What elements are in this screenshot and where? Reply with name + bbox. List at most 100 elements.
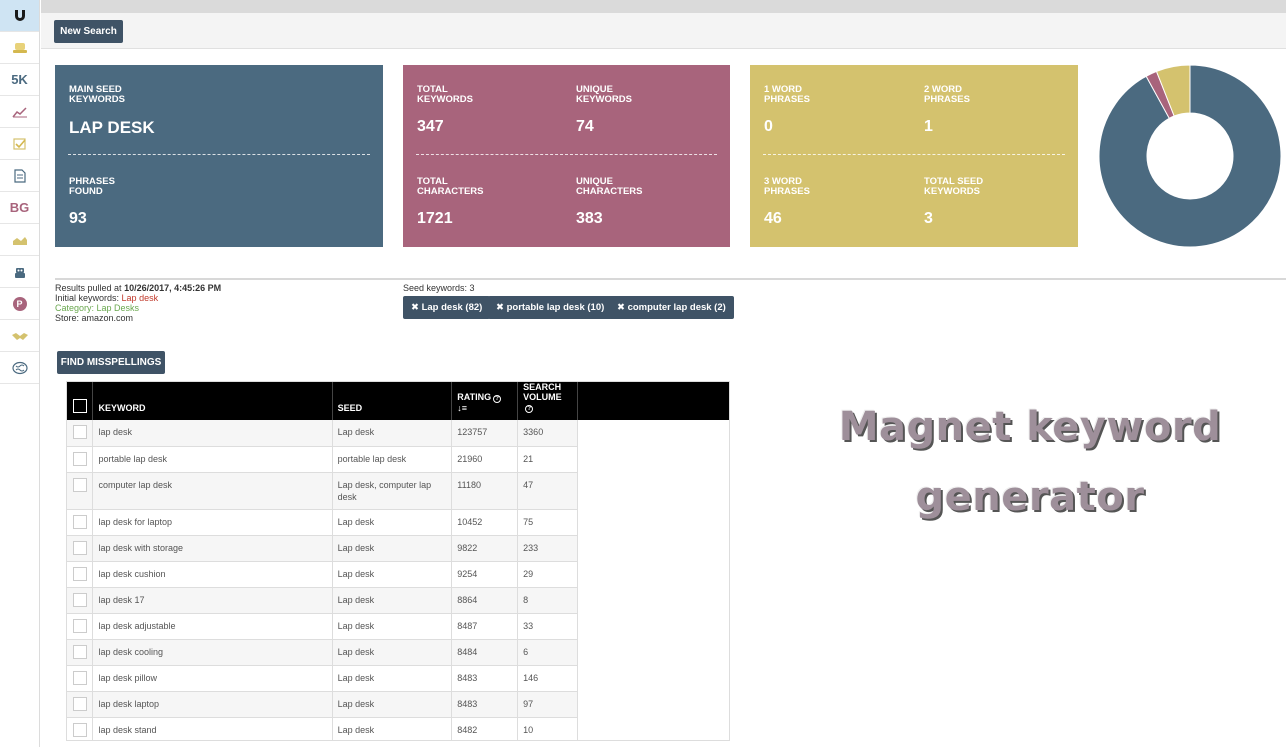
sidebar-item-handshake[interactable] [0,320,39,352]
row-checkbox-cell[interactable] [67,472,94,510]
table-row[interactable]: lap desk for laptop Lap desk 10452 75 [67,509,729,536]
row-checkbox[interactable] [73,477,87,492]
keyword-cell: lap desk [92,420,333,447]
table-row[interactable]: lap desk stand Lap desk 8482 10 [67,717,729,740]
sidebar-item-5k[interactable]: 5K [0,64,39,96]
seed-chip-portable-lap-desk[interactable]: ✖ portable lap desk (10) [488,296,613,319]
row-checkbox-cell[interactable] [67,509,94,536]
phrases-card: 1 WORD PHRASES 0 2 WORD PHRASES 1 3 WORD… [750,65,1078,247]
select-all-checkbox[interactable] [73,399,87,413]
row-checkbox-cell[interactable] [67,446,94,473]
sidebar-item-area-chart[interactable] [0,224,39,256]
keywords-card: TOTAL KEYWORDS 347 UNIQUE KEYWORDS 74 TO… [403,65,730,247]
search-volume-cell: 29 [517,561,579,588]
search-volume-cell: 233 [517,535,579,562]
search-volume-column-header[interactable]: SEARCH VOLUME? [517,382,579,420]
row-checkbox-cell[interactable] [67,535,94,562]
total-characters-label: TOTAL CHARACTERS [417,176,484,197]
sidebar-item-magnet[interactable] [0,0,39,32]
table-row[interactable]: lap desk cushion Lap desk 9254 29 [67,561,729,588]
row-checkbox[interactable] [73,722,87,737]
unique-characters-label: UNIQUE CHARACTERS [576,176,643,197]
seed-cell: Lap desk [332,717,453,740]
seed-chip-computer-lap-desk[interactable]: ✖ computer lap desk (2) [609,296,734,319]
top-strip [41,0,1286,13]
sidebar-item-chart[interactable] [0,96,39,128]
row-checkbox-cell[interactable] [67,639,94,666]
total-keywords-label: TOTAL KEYWORDS [417,84,473,105]
rating-cell: 8487 [451,613,519,640]
row-checkbox-cell[interactable] [67,561,94,588]
table-row[interactable]: lap desk laptop Lap desk 8483 97 [67,691,729,718]
row-checkbox-cell[interactable] [67,587,94,614]
row-checkbox[interactable] [73,566,87,581]
sidebar-item-robot[interactable] [0,256,39,288]
card-divider [68,154,370,155]
new-search-button[interactable]: New Search [54,20,123,43]
main-seed-keywords-value: LAP DESK [69,118,155,137]
row-checkbox-cell[interactable] [67,420,94,447]
rating-column-header[interactable]: RATING? ↓≡ [451,382,519,420]
row-checkbox[interactable] [73,451,87,466]
row-checkbox[interactable] [73,644,87,659]
sidebar-item-document[interactable] [0,160,39,192]
table-row[interactable]: lap desk adjustable Lap desk 8487 33 [67,613,729,640]
phrases-found-label: PHRASES FOUND [69,176,115,197]
row-checkbox[interactable] [73,696,87,711]
seed-cell: Lap desk [332,509,453,536]
find-misspellings-button[interactable]: FIND MISSPELLINGS [57,351,165,374]
row-checkbox[interactable] [73,425,87,439]
row-checkbox[interactable] [73,514,87,529]
search-volume-cell: 3360 [517,420,579,447]
sidebar-item-bg[interactable]: BG [0,192,39,224]
seed-keywords-card: MAIN SEED KEYWORDS LAP DESK PHRASES FOUN… [55,65,383,247]
search-volume-cell: 21 [517,446,579,473]
watermark-text: Magnet keyword generator [795,392,1265,532]
rating-cell: 9254 [451,561,519,588]
one-word-phrases-value: 0 [764,118,773,135]
row-checkbox-cell[interactable] [67,613,94,640]
empty-cell [577,639,729,665]
sidebar-item-brain[interactable] [0,352,39,384]
phrases-donut-chart [1098,64,1282,248]
sidebar: 5K BG P [0,0,40,747]
sidebar-item-hat[interactable] [0,32,39,64]
keyword-column-header[interactable]: KEYWORD [92,382,333,420]
p-circle-icon: P [12,296,27,311]
search-volume-cell: 10 [517,717,579,740]
help-icon[interactable]: ? [493,395,502,403]
phrases-found-value: 93 [69,210,87,227]
table-row[interactable]: lap desk 17 Lap desk 8864 8 [67,587,729,614]
help-icon[interactable]: ? [525,405,534,413]
sidebar-item-checklist[interactable] [0,128,39,160]
row-checkbox[interactable] [73,540,87,555]
table-row[interactable]: lap desk with storage Lap desk 9822 233 [67,535,729,562]
seed-cell: Lap desk [332,691,453,718]
keyword-cell: computer lap desk [92,472,333,510]
table-row[interactable]: portable lap desk portable lap desk 21960 2… [67,446,729,473]
row-checkbox-cell[interactable] [67,691,94,718]
table-row[interactable]: computer lap desk Lap desk, computer lap … [67,472,729,510]
main-seed-keywords-label: MAIN SEED KEYWORDS [69,84,125,105]
table-row[interactable]: lap desk pillow Lap desk 8483 146 [67,665,729,692]
keywords-table: KEYWORD SEED RATING? ↓≡ SEARCH VOLUME? l… [67,382,729,740]
row-checkbox-cell[interactable] [67,717,94,740]
sidebar-item-p[interactable]: P [0,288,39,320]
seed-cell: Lap desk, computer lap desk [332,472,453,510]
seed-cell: Lap desk [332,561,453,588]
table-row[interactable]: lap desk cooling Lap desk 8484 6 [67,639,729,666]
sort-desc-icon[interactable]: ↓≡ [457,403,467,413]
row-checkbox[interactable] [73,670,87,685]
row-checkbox[interactable] [73,592,87,607]
seed-column-header[interactable]: SEED [332,382,453,420]
search-volume-cell: 6 [517,639,579,666]
row-checkbox-cell[interactable] [67,665,94,692]
table-header-row: KEYWORD SEED RATING? ↓≡ SEARCH VOLUME? [67,382,729,420]
row-checkbox[interactable] [73,618,87,633]
table-row[interactable]: lap desk Lap desk 123757 3360 [67,420,729,447]
rating-cell: 8483 [451,665,519,692]
seed-keywords-count: Seed keywords: 3 [403,283,475,293]
seed-chip-lap-desk[interactable]: ✖ Lap desk (82) [403,296,491,319]
unique-keywords-label: UNIQUE KEYWORDS [576,84,632,105]
5k-icon: 5K [11,72,28,87]
